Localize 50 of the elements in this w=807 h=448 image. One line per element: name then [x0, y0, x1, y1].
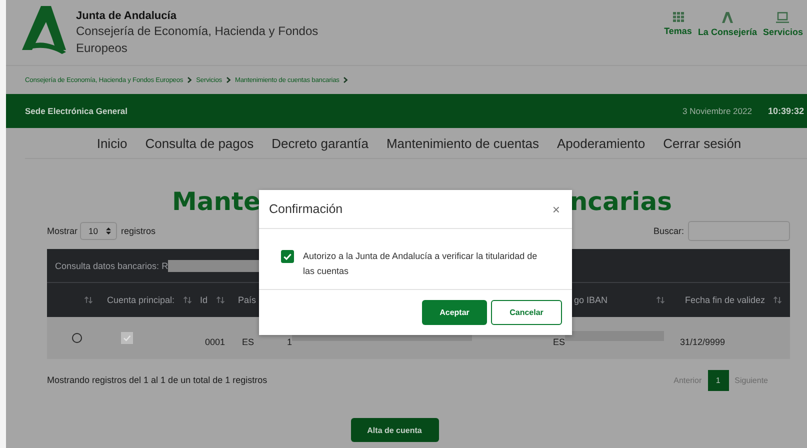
logo-icon	[22, 6, 68, 54]
page-title: ncarias	[570, 187, 672, 217]
table-cell: 1	[287, 337, 292, 347]
records-info: Mostrando registros del 1 al 1 de un total de 1 registros	[47, 375, 268, 385]
nav-link[interactable]: Apoderamiento	[556, 136, 646, 150]
department-name: Consejería de Economía, Hacienda y Fondos Europeos	[76, 23, 320, 57]
table-cell: 0001	[205, 337, 226, 347]
accept-button[interactable]: Aceptar	[422, 300, 487, 325]
page-button[interactable]: 1	[708, 370, 729, 390]
column-header[interactable]: Fecha fin de validez	[685, 295, 766, 305]
page-title: Mante	[172, 187, 260, 217]
updown-icon	[106, 227, 111, 235]
add-account-button[interactable]: Alta de cuenta	[350, 418, 438, 442]
nav-link[interactable]: Cerrar sesión	[663, 136, 742, 150]
page-size-select[interactable]: 10	[80, 222, 117, 240]
table-cell: ES	[553, 337, 566, 347]
records-label: registros	[120, 226, 156, 236]
nav-link[interactable]: Inicio	[96, 136, 128, 150]
show-label: Mostrar	[47, 226, 78, 236]
organization-name: Junta de Andalucía	[76, 10, 178, 22]
cancel-button[interactable]: Cancelar	[491, 300, 562, 325]
column-header[interactable]: País	[238, 295, 256, 305]
chevron-icon	[343, 77, 348, 83]
nav-link[interactable]: Consulta de pagos	[145, 136, 254, 150]
checkbox[interactable]	[281, 250, 294, 263]
site-title: Sede Electrónica General	[25, 106, 128, 116]
date-text: 3 Noviembre 2022	[682, 106, 752, 116]
grid-icon	[672, 12, 684, 22]
header-link[interactable]: Temas	[664, 6, 692, 65]
column-header[interactable]: Cuenta principal:	[107, 295, 175, 305]
table-caption: Consulta datos bancarios: R	[55, 260, 168, 270]
column-header[interactable]: Id	[200, 295, 208, 305]
consent-text: Autorizo a la Junta de Andalucía a verificar la titularidad de las cuentas	[303, 250, 538, 278]
laptop-icon	[776, 12, 790, 23]
table-cell: ES	[242, 337, 254, 347]
chevron-icon	[226, 77, 231, 83]
time-text: 10:39:32	[768, 106, 804, 116]
chevron-icon	[187, 77, 192, 83]
header-link[interactable]: Servicios	[762, 6, 803, 65]
search-label: Buscar:	[653, 226, 684, 236]
nav-link[interactable]: Decreto garantía	[272, 136, 368, 150]
search-field[interactable]	[688, 221, 790, 241]
radio-button[interactable]	[72, 333, 82, 343]
nav-link[interactable]: Mantenimiento de cuentas	[386, 136, 539, 150]
table-cell: 31/12/9999	[680, 337, 726, 347]
modal-title: Confirmación	[269, 202, 343, 216]
close-button[interactable]: ×	[548, 202, 564, 216]
header-link[interactable]: La Consejería	[698, 6, 757, 65]
column-header[interactable]: go IBAN	[574, 295, 608, 305]
letter-a-icon	[722, 12, 733, 23]
